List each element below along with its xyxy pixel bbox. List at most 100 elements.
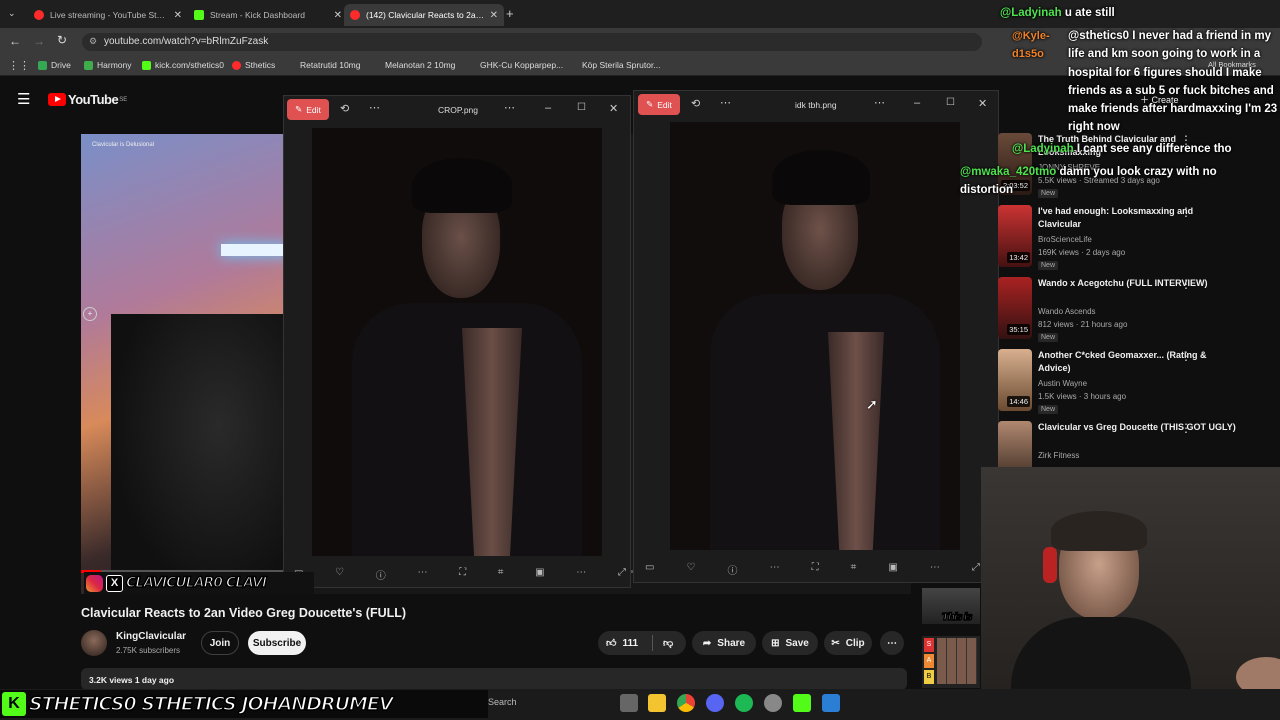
close-icon[interactable]: ✕ bbox=[978, 97, 987, 110]
bookmark-retatrutid[interactable]: Retatrutid 10mg bbox=[300, 60, 360, 70]
info-icon[interactable]: ⓘ bbox=[728, 562, 738, 578]
bookmark-sthetics[interactable]: Sthetics bbox=[232, 60, 275, 70]
save-button[interactable]: ⊞ Save bbox=[762, 631, 818, 655]
bookmark-drive[interactable]: Drive bbox=[38, 60, 71, 70]
new-tab-plus-icon[interactable]: + bbox=[506, 6, 514, 21]
tab-list-chevron-icon[interactable]: ⌄ bbox=[8, 8, 16, 19]
url-field[interactable]: ⚙ youtube.com/watch?v=bRlmZuFzask bbox=[82, 33, 982, 51]
expand-icon[interactable]: ⤢ bbox=[972, 562, 980, 578]
site-info-icon[interactable]: ⚙ bbox=[89, 36, 97, 47]
bookmark-harmony[interactable]: Harmony bbox=[84, 60, 131, 70]
photos-app-icon[interactable] bbox=[822, 694, 840, 712]
task-view-icon[interactable] bbox=[620, 694, 638, 712]
close-tab-icon[interactable]: ✕ bbox=[490, 10, 498, 21]
zoom-fit-icon[interactable]: ⛶ bbox=[459, 567, 466, 583]
reload-icon[interactable]: ↻ bbox=[57, 33, 67, 47]
more-options-icon[interactable]: ⋯ bbox=[417, 567, 427, 583]
bookmark-ghk[interactable]: GHK-Cu Kopparpep... bbox=[480, 60, 563, 70]
favorite-heart-icon[interactable]: ♡ bbox=[335, 567, 344, 583]
channel-name: Zirk Fitness bbox=[1038, 451, 1080, 460]
info-icon[interactable]: ⓘ bbox=[376, 567, 386, 583]
window-title: idk tbh.png bbox=[795, 100, 837, 110]
edit-pencil-icon: ✎ bbox=[295, 104, 303, 114]
file-explorer-icon[interactable] bbox=[648, 694, 666, 712]
suggested-video[interactable]: 14:46 Another C*cked Geomaxxer... (Ratin… bbox=[998, 349, 1280, 419]
clip-button[interactable]: ✂ Clip bbox=[824, 631, 872, 655]
tab-youtube-studio[interactable]: Live streaming - YouTube Studio ✕ bbox=[28, 4, 188, 26]
maximize-icon[interactable]: ☐ bbox=[577, 102, 586, 113]
more-options-icon[interactable]: ⋯ bbox=[770, 562, 780, 578]
channel-avatar[interactable] bbox=[81, 630, 107, 656]
taskbar-search[interactable]: Search bbox=[488, 697, 517, 707]
close-tab-icon[interactable]: ✕ bbox=[334, 10, 342, 21]
tier-a: A bbox=[924, 654, 934, 668]
more-options-icon[interactable]: ⋯ bbox=[720, 96, 731, 109]
bookmark-kick[interactable]: kick.com/sthetics0 bbox=[142, 60, 224, 70]
kick-app-icon[interactable] bbox=[793, 694, 811, 712]
overlay-handles: CLAVICULAR0 CLAVI bbox=[125, 574, 268, 592]
bookmark-melanotan[interactable]: Melanotan 2 10mg bbox=[385, 60, 455, 70]
obs-icon[interactable] bbox=[764, 694, 782, 712]
dislike-thumb-icon[interactable]: 👎︎ bbox=[663, 637, 673, 649]
suggested-video[interactable]: 13:42 I've had enough: Looksmaxxing and … bbox=[998, 205, 1280, 275]
social-overlay-banner: X CLAVICULAR0 CLAVI bbox=[84, 572, 314, 594]
subscribe-button[interactable]: Subscribe bbox=[248, 631, 306, 655]
bookmark-label: Retatrutid 10mg bbox=[300, 60, 361, 70]
join-button[interactable]: Join bbox=[201, 631, 239, 655]
suggested-video[interactable]: 35:15 Wando x Acegotchu (FULL INTERVIEW)… bbox=[998, 277, 1280, 347]
like-count[interactable]: 111 bbox=[622, 638, 638, 649]
zoom-icon[interactable]: + bbox=[83, 307, 97, 321]
youtube-logo[interactable]: YouTube SE bbox=[48, 92, 127, 107]
crop-icon[interactable]: ⌗ bbox=[498, 567, 504, 583]
share-button[interactable]: ➦ Share bbox=[692, 631, 756, 655]
title-more-icon[interactable]: ⋯ bbox=[874, 96, 885, 109]
maximize-icon[interactable]: ☐ bbox=[946, 97, 955, 108]
minimize-icon[interactable]: – bbox=[914, 97, 920, 109]
bookmark-sprutor[interactable]: Köp Sterila Sprutor... bbox=[582, 60, 660, 70]
rotate-icon[interactable]: ⟲ bbox=[691, 97, 700, 110]
close-tab-icon[interactable]: ✕ bbox=[174, 10, 182, 21]
video-title: Clavicular vs Greg Doucette (THIS GOT UG… bbox=[1038, 422, 1236, 432]
kick-icon bbox=[142, 60, 151, 70]
like-thumb-icon[interactable]: 👍︎ bbox=[606, 637, 616, 649]
forward-arrow-icon[interactable]: → bbox=[33, 34, 45, 48]
title-more-icon[interactable]: ⋯ bbox=[504, 101, 515, 114]
close-icon[interactable]: ✕ bbox=[609, 102, 618, 115]
portrait-hair bbox=[412, 158, 512, 213]
filmstrip-icon[interactable]: ▭ bbox=[645, 562, 654, 578]
url-text: youtube.com/watch?v=bRlmZuFzask bbox=[104, 36, 269, 47]
more-tools-icon[interactable]: ⋯ bbox=[930, 562, 940, 578]
more-options-icon[interactable]: ⋯ bbox=[369, 101, 380, 114]
edit-button[interactable]: ✎ Edit bbox=[287, 99, 329, 120]
video-title: Another C*cked Geomaxxer... (Rating & Ad… bbox=[1038, 350, 1207, 373]
more-options-icon[interactable]: ⋮ bbox=[1180, 349, 1192, 363]
favorite-heart-icon[interactable]: ♡ bbox=[687, 562, 696, 578]
more-options-icon[interactable]: ⋮ bbox=[1180, 421, 1192, 435]
description-box[interactable] bbox=[81, 668, 907, 690]
chat-username: @mwaka_420tmo bbox=[960, 166, 1057, 178]
rotate-icon[interactable]: ⟲ bbox=[340, 102, 349, 115]
discord-icon[interactable] bbox=[706, 694, 724, 712]
edit-button[interactable]: ✎ Edit bbox=[638, 94, 680, 115]
tab-kick-dashboard[interactable]: Stream - Kick Dashboard ✕ bbox=[188, 4, 348, 26]
new-badge: New bbox=[1038, 333, 1059, 342]
minimize-icon[interactable]: – bbox=[545, 102, 551, 114]
back-arrow-icon[interactable]: ← bbox=[9, 34, 21, 48]
menu-hamburger-icon[interactable]: ☰ bbox=[17, 90, 30, 108]
suggested-video[interactable]: Clavicular vs Greg Doucette (THIS GOT UG… bbox=[998, 421, 1280, 467]
more-options-icon[interactable]: ⋮ bbox=[1180, 277, 1192, 291]
more-tools-icon[interactable]: ⋯ bbox=[576, 567, 586, 583]
chrome-icon[interactable] bbox=[677, 694, 695, 712]
capture-icon[interactable]: ▣ bbox=[888, 562, 897, 578]
channel-name[interactable]: KingClavicular bbox=[116, 631, 186, 642]
tab-clavicular-video[interactable]: (142) Clavicular Reacts to 2an Video ✕ bbox=[344, 4, 504, 26]
apps-grid-icon[interactable]: ⋮⋮ bbox=[8, 59, 30, 72]
more-options-icon[interactable]: ⋮ bbox=[1180, 205, 1192, 219]
expand-icon[interactable]: ⤢ bbox=[618, 567, 626, 583]
drive-icon bbox=[38, 60, 47, 70]
zoom-fit-icon[interactable]: ⛶ bbox=[812, 562, 819, 578]
capture-icon[interactable]: ▣ bbox=[535, 567, 544, 583]
spotify-icon[interactable] bbox=[735, 694, 753, 712]
more-actions-button[interactable]: ⋯ bbox=[880, 631, 904, 655]
crop-icon[interactable]: ⌗ bbox=[851, 562, 857, 578]
